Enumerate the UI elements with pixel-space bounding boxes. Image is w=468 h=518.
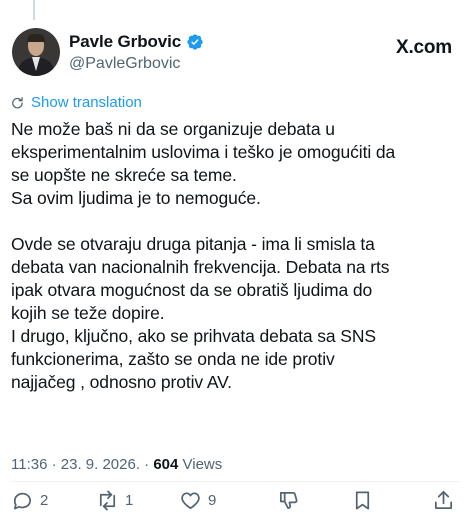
thread-connector-line xyxy=(33,0,35,20)
heart-icon xyxy=(181,492,200,510)
verified-badge-icon xyxy=(187,34,203,50)
views-label: Views xyxy=(178,456,223,473)
avatar[interactable] xyxy=(12,28,60,76)
reply-icon xyxy=(13,492,32,510)
like-button[interactable]: 9 xyxy=(179,489,216,512)
translate-icon xyxy=(12,96,23,108)
divider xyxy=(11,481,460,482)
show-translation-label: Show translation xyxy=(31,94,142,111)
views-count: 604 xyxy=(153,456,179,473)
thumbs-down-icon xyxy=(279,491,298,510)
dislike-button[interactable] xyxy=(277,489,300,512)
bookmark-button[interactable] xyxy=(351,489,374,512)
repost-icon xyxy=(99,490,116,511)
repost-button[interactable]: 1 xyxy=(96,489,133,512)
bookmark-icon xyxy=(355,491,370,510)
author-block: Pavle Grbovic @PavleGrbovic xyxy=(69,32,204,73)
action-bar: 2 1 9 xyxy=(11,489,457,513)
timestamp[interactable]: 11:36 · 23. 9. 2026. · xyxy=(11,456,153,473)
share-icon xyxy=(434,491,453,510)
author-display-name[interactable]: Pavle Grbovic xyxy=(69,32,181,52)
tweet-text: Ne može baš ni da se organizuje debata u… xyxy=(11,119,396,392)
reply-button[interactable]: 2 xyxy=(11,489,48,512)
share-button[interactable] xyxy=(432,489,455,512)
tweet-header: Pavle Grbovic @PavleGrbovic X.com xyxy=(12,28,454,80)
show-translation-link[interactable]: Show translation xyxy=(11,94,142,111)
like-count: 9 xyxy=(208,492,217,509)
tweet-meta: 11:36 · 23. 9. 2026. · 604 Views xyxy=(11,456,222,473)
repost-count: 1 xyxy=(125,492,134,509)
author-handle[interactable]: @PavleGrbovic xyxy=(69,55,204,73)
site-logo: X.com xyxy=(395,37,452,58)
reply-count: 2 xyxy=(40,492,49,509)
